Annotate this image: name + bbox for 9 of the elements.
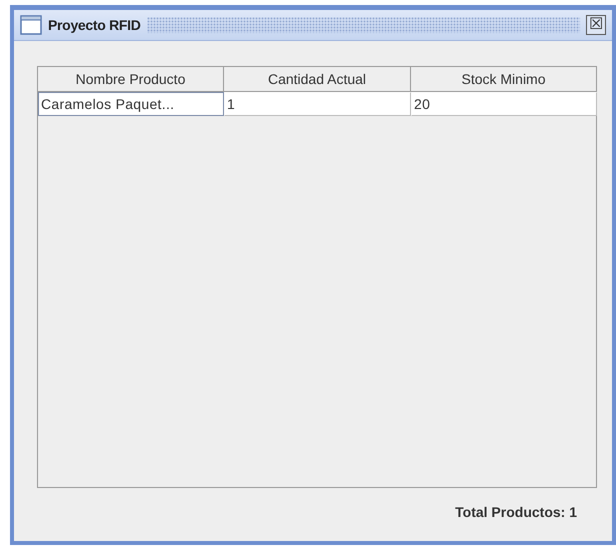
window-title: Proyecto RFID bbox=[48, 17, 141, 33]
column-header[interactable]: Cantidad Actual bbox=[224, 67, 411, 92]
table-cell[interactable]: 1 bbox=[224, 92, 411, 116]
close-button[interactable]: ☒ bbox=[586, 15, 606, 35]
column-header[interactable]: Nombre Producto bbox=[38, 67, 224, 92]
table-cell[interactable]: 20 bbox=[411, 92, 597, 116]
total-label: Total Productos: 1 bbox=[455, 504, 577, 520]
table-cell[interactable]: Caramelos Paquet... bbox=[38, 92, 224, 116]
window-icon bbox=[20, 15, 42, 35]
